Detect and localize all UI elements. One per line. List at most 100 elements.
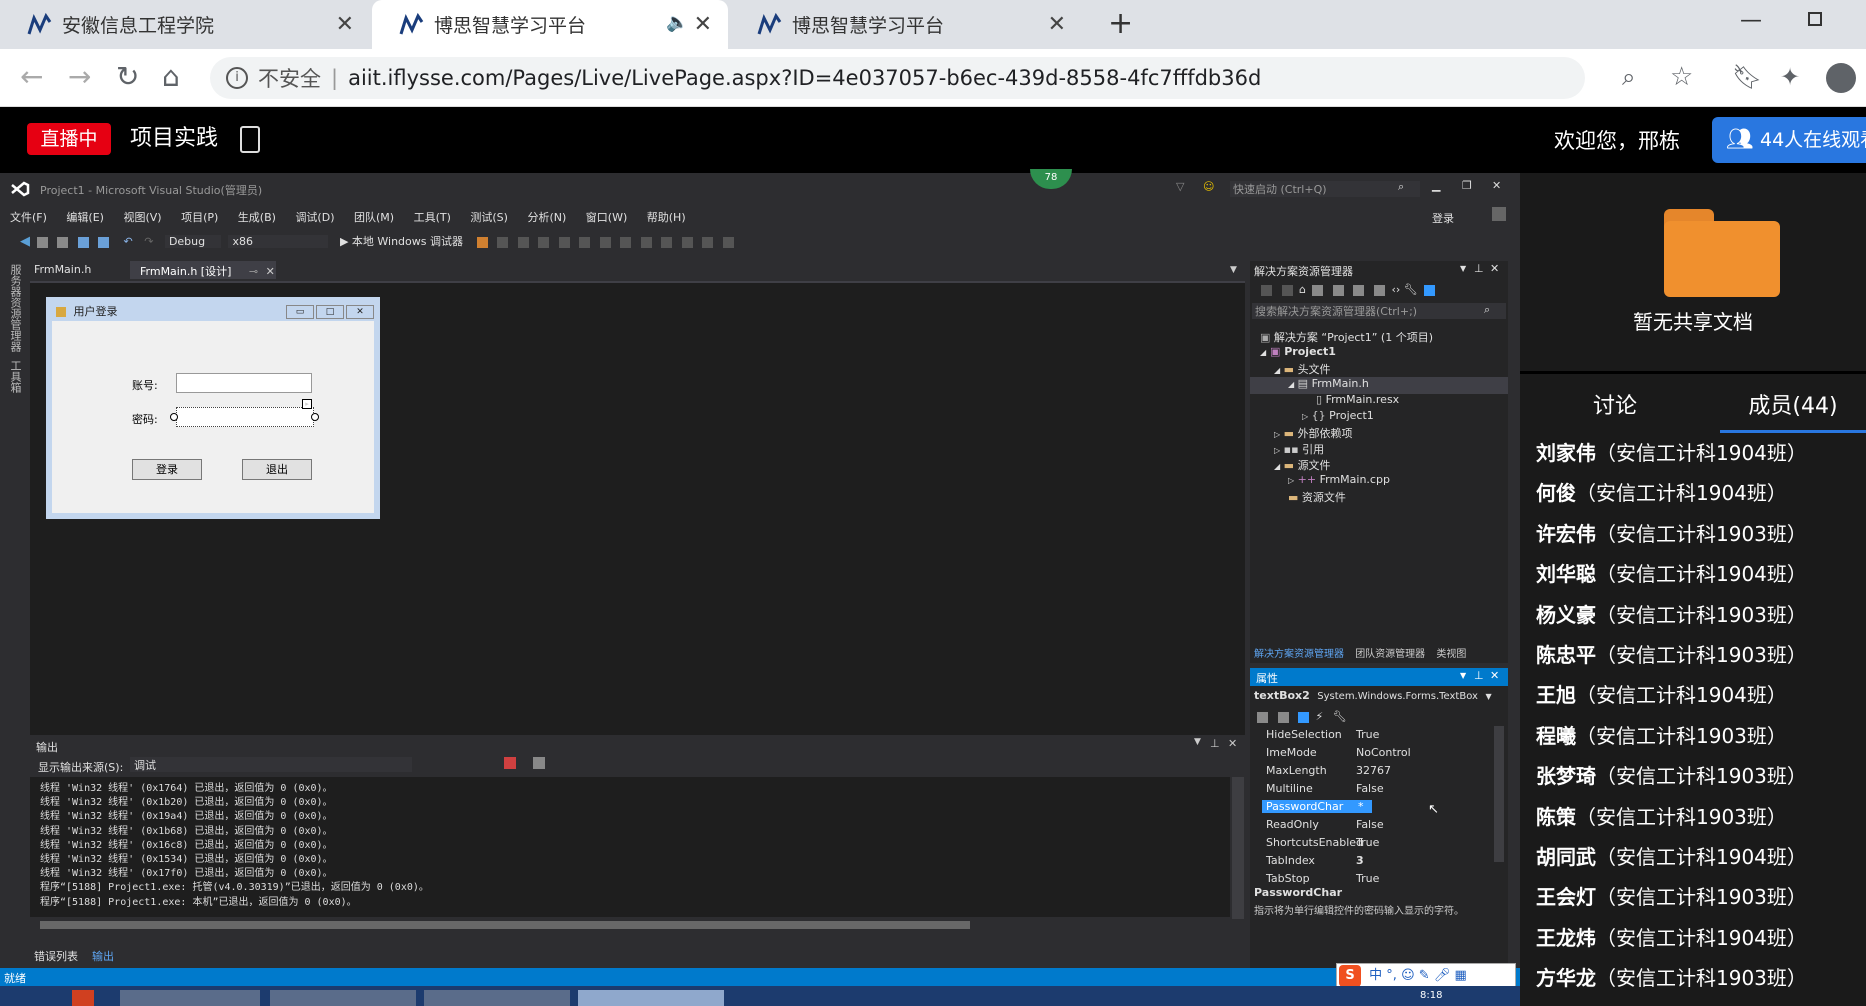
- class-view-tab[interactable]: 类视图: [1436, 649, 1466, 660]
- undo-icon[interactable]: ↶: [124, 235, 133, 248]
- categorized-icon[interactable]: [1257, 711, 1268, 723]
- taskbar-app-icon[interactable]: [120, 990, 260, 1006]
- property-value[interactable]: False: [1356, 782, 1384, 795]
- property-value[interactable]: True: [1356, 836, 1379, 849]
- panel-menu-icon[interactable]: ▼: [1194, 737, 1201, 747]
- toolbar-icon[interactable]: [497, 236, 508, 248]
- designed-form[interactable]: 用户登录 ▭ □ ✕ 账号: 密码: ▸ 登录 退出: [46, 297, 380, 519]
- size-icon[interactable]: [661, 236, 672, 248]
- menu-view[interactable]: 视图(V): [123, 211, 161, 224]
- profile-avatar-icon[interactable]: [1826, 63, 1856, 93]
- account-icon[interactable]: [1492, 207, 1506, 221]
- form-close-icon[interactable]: ✕: [346, 305, 374, 319]
- close-tab-icon[interactable]: ✕: [336, 12, 354, 37]
- property-row[interactable]: ReadOnly False: [1260, 818, 1510, 836]
- align-icon[interactable]: [538, 236, 549, 248]
- panel-menu-icon[interactable]: ▼: [1460, 671, 1466, 680]
- tree-item-header-files[interactable]: ◢ ▬ 头文件: [1250, 361, 1331, 378]
- omnibox[interactable]: i 不安全 | aiit.iflysse.com/Pages/Live/Live…: [210, 57, 1585, 99]
- extensions-icon[interactable]: ✦: [1780, 61, 1800, 93]
- tree-item-source-files[interactable]: ◢ ▬ 源文件: [1250, 457, 1331, 474]
- reload-icon[interactable]: ↻: [116, 61, 139, 93]
- error-list-tab[interactable]: 错误列表: [34, 948, 78, 964]
- form-minimize-icon[interactable]: ▭: [286, 305, 314, 319]
- new-tab-button[interactable]: +: [1108, 6, 1133, 41]
- property-pages-icon[interactable]: 🔧︎: [1333, 710, 1347, 723]
- toolbar-icon[interactable]: [476, 236, 488, 248]
- form-maximize-icon[interactable]: □: [316, 305, 344, 319]
- back-icon[interactable]: [1261, 284, 1272, 296]
- property-value[interactable]: NoControl: [1356, 746, 1411, 759]
- sync-icon[interactable]: [1312, 284, 1324, 296]
- expand-icon[interactable]: ▷: [1274, 430, 1280, 439]
- browser-tab[interactable]: 安徽信息工程学院 ✕: [0, 0, 370, 49]
- toolbar-icon[interactable]: [57, 236, 68, 248]
- menu-build[interactable]: 生成(B): [238, 211, 276, 224]
- toolbox-tab[interactable]: 工具箱: [7, 360, 23, 393]
- taskbar-app-icon[interactable]: [72, 990, 94, 1006]
- property-row[interactable]: Multiline False: [1260, 782, 1510, 800]
- close-document-icon[interactable]: ✕: [266, 265, 275, 278]
- property-row-selected[interactable]: PasswordChar * ↖: [1260, 800, 1510, 818]
- audio-playing-icon[interactable]: 🔈: [666, 12, 688, 33]
- size-icon[interactable]: [640, 236, 652, 248]
- notes-icon[interactable]: [240, 126, 260, 153]
- menu-file[interactable]: 文件(F): [10, 211, 47, 224]
- restore-window-icon[interactable]: [1808, 12, 1822, 26]
- solution-search-input[interactable]: 搜索解决方案资源管理器(Ctrl+;) ⌕: [1252, 303, 1506, 319]
- tree-item-cpp[interactable]: ▷ ++ FrmMain.cpp: [1250, 473, 1390, 490]
- menu-edit[interactable]: 编辑(E): [66, 211, 104, 224]
- bookmark-star-icon[interactable]: ☆: [1670, 61, 1693, 93]
- pin-icon[interactable]: ⊸: [249, 265, 258, 278]
- handwrite-icon[interactable]: ✎: [1419, 968, 1430, 983]
- clear-all-icon[interactable]: [504, 757, 516, 769]
- toolbox-grid-icon[interactable]: ▦: [1454, 968, 1466, 983]
- expand-icon[interactable]: ▷: [1274, 446, 1280, 455]
- platform-dropdown[interactable]: x86: [228, 235, 329, 248]
- dropdown-arrow-icon[interactable]: ▼: [1485, 692, 1491, 701]
- nav-back-icon[interactable]: ◀: [20, 234, 30, 249]
- object-selector[interactable]: textBox2 System.Windows.Forms.TextBox ▼: [1254, 689, 1504, 705]
- online-count-button[interactable]: 👥︎ 44人在线观看: [1712, 117, 1866, 163]
- emoji-icon[interactable]: ☺: [1401, 968, 1415, 983]
- taskbar-app-icon[interactable]: [424, 990, 570, 1006]
- tree-item-resx[interactable]: ▯ FrmMain.resx: [1250, 393, 1399, 410]
- vs-login-link[interactable]: 登录: [1432, 210, 1454, 226]
- output-tab-active[interactable]: 输出: [92, 948, 114, 964]
- spacing-icon[interactable]: [722, 236, 734, 248]
- close-tab-icon[interactable]: ✕: [1048, 12, 1066, 37]
- forward-icon[interactable]: [1281, 284, 1293, 296]
- tab-members-active[interactable]: 成员(44): [1720, 388, 1866, 420]
- minimize-window-icon[interactable]: —: [1740, 8, 1762, 33]
- document-tab[interactable]: FrmMain.h: [28, 261, 124, 279]
- property-row[interactable]: ShortcutsEnabled True: [1260, 836, 1510, 854]
- spacing-icon[interactable]: [702, 236, 713, 248]
- property-value[interactable]: 32767: [1356, 764, 1391, 777]
- smart-tag-icon[interactable]: ▸: [302, 399, 312, 409]
- zoom-icon[interactable]: ⌕: [1622, 61, 1635, 93]
- solution-explorer-tab-active[interactable]: 解决方案资源管理器: [1254, 649, 1344, 660]
- ime-mode[interactable]: 中: [1369, 968, 1382, 983]
- property-row[interactable]: TabIndex 3: [1260, 854, 1510, 872]
- filter-icon[interactable]: ▽: [1176, 180, 1184, 193]
- property-value[interactable]: True: [1356, 728, 1379, 741]
- run-debugger-button[interactable]: ▶ 本地 Windows 调试器: [340, 235, 463, 248]
- password-textbox-selected[interactable]: [176, 407, 314, 427]
- expand-icon[interactable]: ◢: [1288, 380, 1294, 389]
- document-tab-active[interactable]: FrmMain.h [设计] ⊸ ✕: [130, 261, 276, 279]
- close-tab-icon[interactable]: ✕: [694, 12, 712, 37]
- close-panel-icon[interactable]: ✕: [1228, 737, 1237, 750]
- properties-scrollbar[interactable]: [1494, 726, 1504, 862]
- menu-team[interactable]: 团队(M): [354, 211, 394, 224]
- save-all-icon[interactable]: [98, 236, 109, 248]
- tree-item-solution[interactable]: ▣ 解决方案 “Project1” (1 个项目): [1250, 329, 1433, 346]
- menu-help[interactable]: 帮助(H): [647, 211, 686, 224]
- output-vertical-scrollbar[interactable]: [1232, 777, 1244, 919]
- reading-list-icon[interactable]: 🔖︎: [1732, 61, 1762, 93]
- properties-icon[interactable]: [1298, 711, 1309, 723]
- account-textbox[interactable]: [176, 373, 312, 393]
- code-icon[interactable]: ‹›: [1391, 283, 1400, 296]
- vs-minimize-icon[interactable]: ▁: [1432, 179, 1440, 192]
- expand-icon[interactable]: ◢: [1274, 462, 1280, 471]
- align-icon[interactable]: [579, 236, 590, 248]
